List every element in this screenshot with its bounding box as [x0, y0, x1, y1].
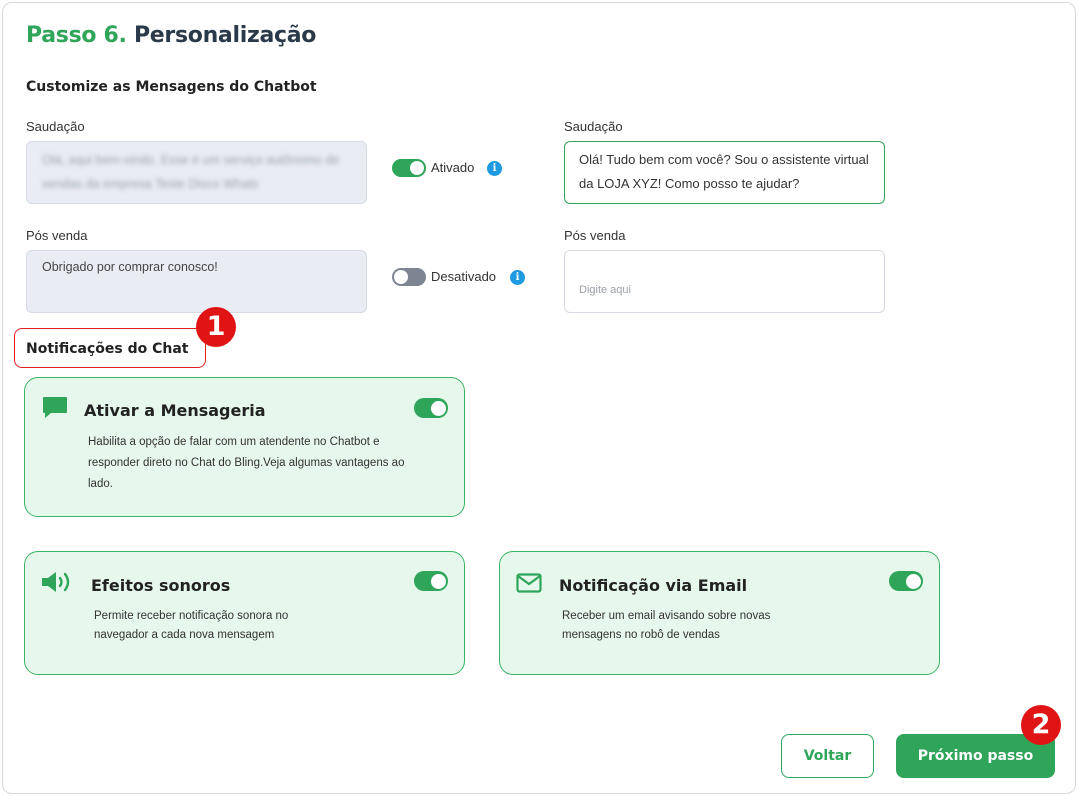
- info-icon[interactable]: i: [510, 270, 525, 285]
- chat-bubble-icon: [43, 397, 67, 418]
- post-sale-toggle-label: Desativado: [431, 269, 497, 284]
- post-sale-toggle[interactable]: [392, 268, 426, 286]
- post-sale-custom-label: Pós venda: [564, 228, 626, 243]
- card-title: Notificação via Email: [559, 576, 748, 595]
- greeting-toggle[interactable]: [392, 159, 426, 177]
- messaging-card: Ativar a Mensageria Habilita a opção de …: [24, 377, 465, 517]
- post-sale-custom-input[interactable]: Digite aqui: [564, 250, 885, 313]
- card-description: Habilita a opção de falar com um atenden…: [88, 436, 405, 490]
- greeting-custom-input[interactable]: Olá! Tudo bem com você? Sou o assistente…: [564, 141, 885, 204]
- greeting-custom-label: Saudação: [564, 119, 623, 134]
- messaging-toggle[interactable]: [414, 398, 448, 418]
- post-sale-placeholder: Digite aqui: [579, 284, 631, 296]
- card-description: Receber um email avisando sobre novas me…: [562, 610, 771, 641]
- greeting-default-label: Saudação: [26, 119, 85, 134]
- toggle-knob: [906, 573, 921, 589]
- greeting-default-text: Olá, aqui bem-vindo. Esse é um serviço a…: [26, 141, 367, 204]
- card-title: Ativar a Mensageria: [84, 401, 266, 420]
- info-icon[interactable]: i: [487, 161, 502, 176]
- envelope-icon: [516, 573, 542, 593]
- email-notification-card: Notificação via Email Receber um email a…: [499, 551, 940, 675]
- post-sale-default-label: Pós venda: [26, 228, 88, 243]
- messages-section-title: Customize as Mensagens do Chatbot: [26, 79, 317, 95]
- step-title: Personalização: [133, 23, 317, 48]
- email-notification-toggle[interactable]: [889, 571, 923, 591]
- speaker-icon: [42, 572, 70, 592]
- toggle-knob: [410, 161, 424, 175]
- sound-effects-card: Efeitos sonoros Permite receber notifica…: [24, 551, 465, 675]
- post-sale-default-text: Obrigado por comprar conosco!: [26, 250, 367, 313]
- toggle-knob: [431, 573, 446, 589]
- toggle-knob: [394, 270, 408, 284]
- wizard-panel: Passo 6. Personalização Customize as Men…: [2, 2, 1076, 794]
- toggle-knob: [431, 400, 446, 416]
- greeting-toggle-label: Ativado: [431, 160, 475, 175]
- callout-badge-2: 2: [1021, 705, 1061, 745]
- card-description: Permite receber notificação sonora no na…: [94, 610, 289, 641]
- step-number: Passo 6.: [26, 23, 127, 48]
- page-title: Passo 6. Personalização: [26, 23, 316, 48]
- callout-badge-1: 1: [196, 307, 236, 347]
- notifications-callout-outline: [14, 328, 206, 368]
- back-button[interactable]: Voltar: [781, 734, 874, 778]
- card-title: Efeitos sonoros: [91, 576, 231, 595]
- sound-effects-toggle[interactable]: [414, 571, 448, 591]
